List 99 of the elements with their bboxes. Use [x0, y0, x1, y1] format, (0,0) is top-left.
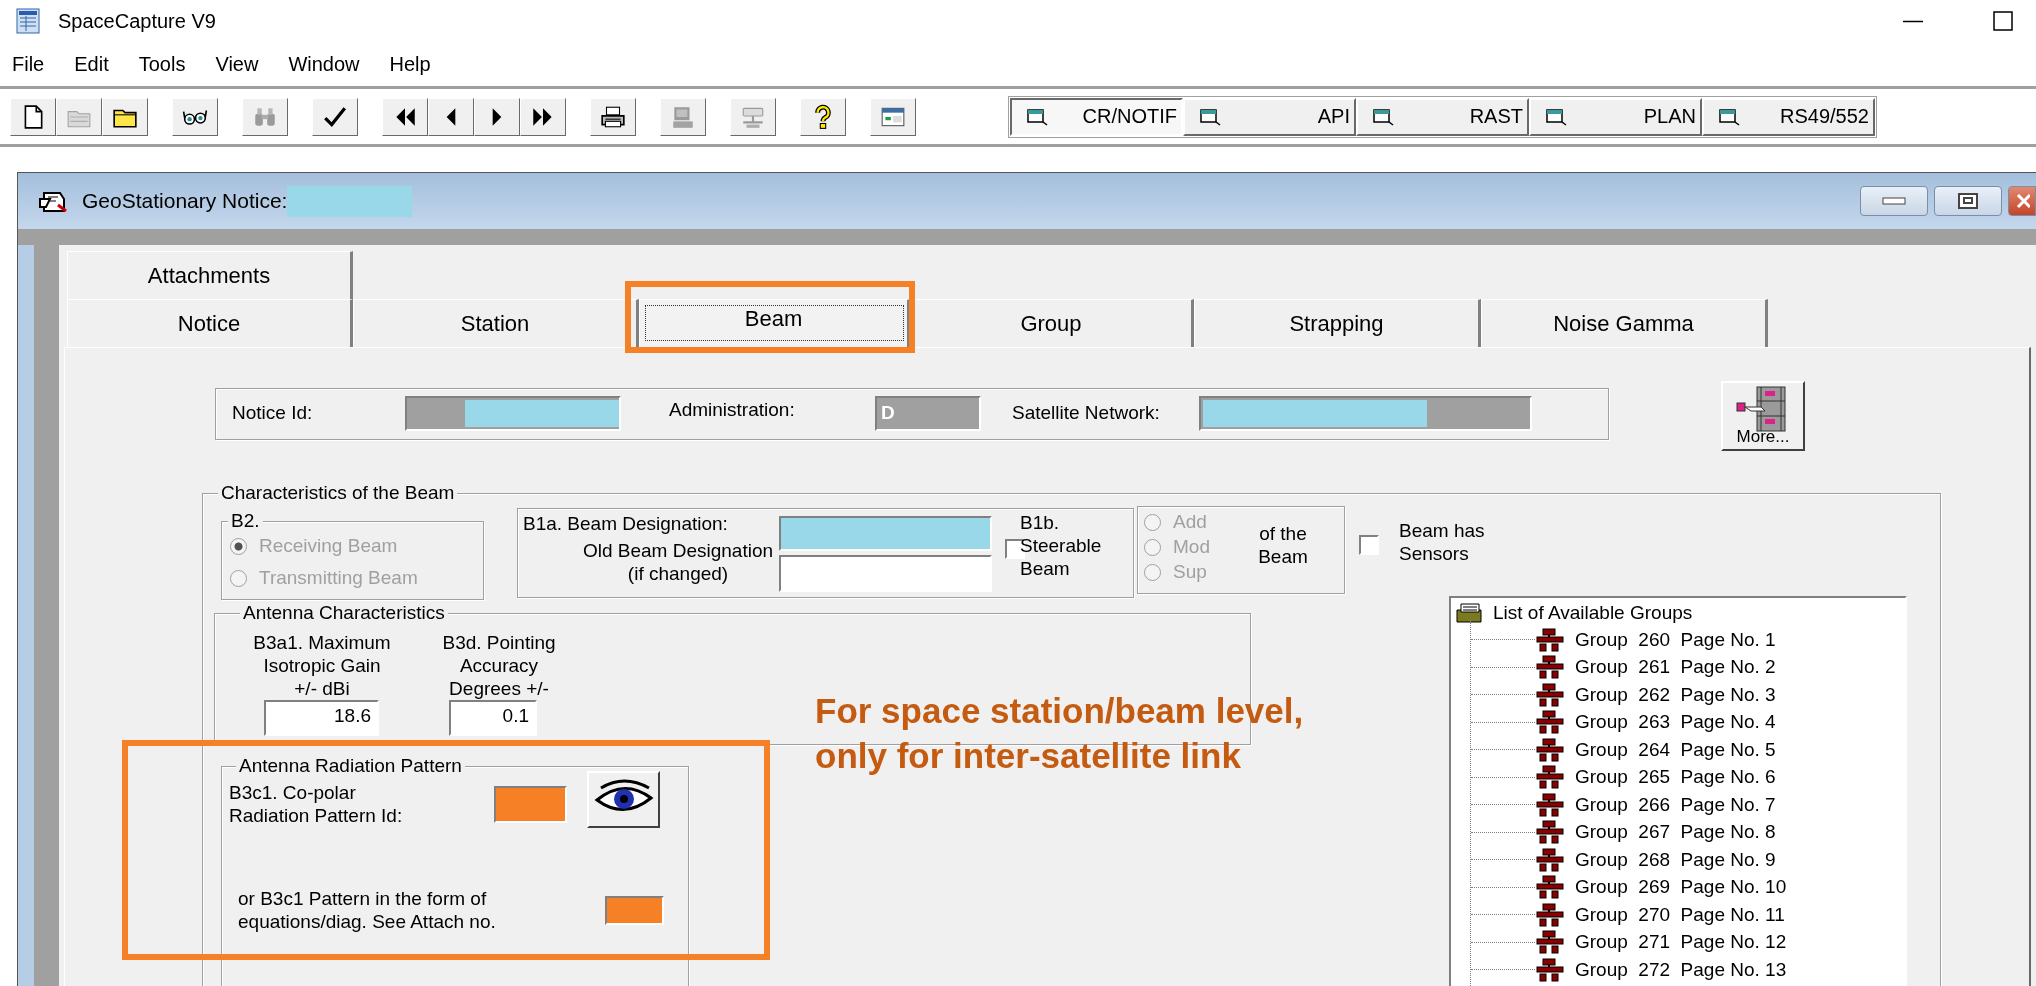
close-button[interactable]	[2008, 186, 2036, 216]
window-icon	[1199, 106, 1223, 127]
minimize-icon	[1879, 194, 1909, 208]
toolbar-button[interactable]	[474, 97, 520, 136]
toolbar-button[interactable]	[172, 97, 218, 136]
tree-item[interactable]: Group 267 Page No. 8	[1535, 820, 1776, 845]
input-field[interactable]	[605, 896, 664, 925]
menu-item[interactable]: Window	[288, 52, 360, 76]
nodes-icon	[1535, 627, 1565, 652]
tab[interactable]: Beam	[639, 299, 910, 347]
tree-item[interactable]: Group 265 Page No. 6	[1535, 765, 1776, 790]
input-field[interactable]: 0.1	[449, 700, 537, 736]
nodes-icon	[1535, 792, 1565, 817]
input-field[interactable]	[405, 396, 621, 431]
input-field[interactable]: 18.6	[264, 700, 379, 736]
restore-button[interactable]	[1934, 186, 2002, 216]
tree-item[interactable]: Group 271 Page No. 12	[1535, 930, 1787, 955]
window-icon	[1545, 106, 1569, 127]
nodes-icon	[1535, 682, 1565, 707]
toolbar-button[interactable]	[800, 97, 846, 136]
nodes-icon	[1535, 710, 1565, 735]
close-icon	[2014, 192, 2030, 210]
nodes-icon	[1535, 820, 1565, 845]
label: Old Beam Designation (if changed)	[581, 539, 775, 585]
nodes-icon	[1535, 847, 1565, 872]
radio-label: Transmitting Beam	[259, 567, 418, 589]
radio-label: Mod	[1173, 536, 1210, 558]
nodes-icon	[1535, 902, 1565, 927]
label: B3a1. Maximum Isotropic Gain +/- dBi	[252, 631, 392, 700]
menu-item[interactable]: Edit	[74, 52, 109, 76]
input-field[interactable]	[779, 555, 992, 592]
app-title: SpaceCapture V9	[58, 9, 216, 33]
toolbar-button[interactable]	[382, 97, 428, 136]
module-button[interactable]: CR/NOTIF	[1010, 97, 1183, 136]
input-field[interactable]	[494, 786, 567, 823]
input-field[interactable]	[779, 516, 992, 551]
tree-item[interactable]: Group 266 Page No. 7	[1535, 792, 1776, 817]
tree-item[interactable]: Group 268 Page No. 9	[1535, 847, 1776, 872]
label: B3c1. Co-polar Radiation Pattern Id:	[229, 781, 403, 827]
label: Satellite Network:	[1012, 401, 1160, 424]
module-button[interactable]: RS49/552	[1702, 97, 1875, 136]
radio-label: Add	[1173, 511, 1207, 533]
window-icon	[1718, 106, 1742, 127]
input-field[interactable]	[1199, 396, 1532, 431]
menu-item[interactable]: Help	[389, 52, 431, 76]
annotation-note: For space station/beam level, only for inter-satellite link	[815, 690, 1304, 777]
toolbar-button[interactable]	[428, 97, 474, 136]
label: Notice Id:	[232, 401, 313, 424]
toolbar-button[interactable]	[102, 97, 148, 136]
app-icon	[15, 7, 43, 35]
maximize-icon	[1992, 10, 2014, 32]
tree-item[interactable]: Group 262 Page No. 3	[1535, 682, 1776, 707]
tree-item[interactable]: Group 272 Page No. 13	[1535, 957, 1787, 982]
radio-label: Sup	[1173, 561, 1207, 583]
label: of the Beam	[1257, 522, 1309, 568]
tree-item[interactable]: Group 260 Page No. 1	[1535, 627, 1776, 652]
label: or B3c1 Pattern in the form of equations/diag. See Attach no.	[238, 887, 496, 933]
tab[interactable]: Notice	[67, 299, 353, 347]
module-button[interactable]: RAST	[1356, 97, 1529, 136]
tree-item[interactable]: Group 261 Page No. 2	[1535, 655, 1776, 680]
label: B1b. Steerable Beam	[1020, 511, 1102, 580]
view-button[interactable]	[587, 771, 660, 828]
more-button[interactable]: More...	[1721, 381, 1805, 451]
tree-item[interactable]: Group 263 Page No. 4	[1535, 710, 1776, 735]
tab[interactable]: Strapping	[1194, 299, 1481, 347]
label: Administration:	[669, 398, 795, 421]
label: Beam has Sensors	[1399, 519, 1485, 565]
nodes-icon	[1535, 655, 1565, 680]
module-button[interactable]: PLAN	[1529, 97, 1702, 136]
menu-item[interactable]: Tools	[138, 52, 186, 76]
menu-item[interactable]: View	[215, 52, 259, 76]
module-button[interactable]: API	[1183, 97, 1356, 136]
nodes-icon	[1535, 957, 1565, 982]
menu-item[interactable]: File	[12, 52, 45, 76]
checkbox[interactable]	[1359, 535, 1379, 555]
minimize-icon	[1902, 19, 1924, 23]
tab[interactable]: Noise Gamma	[1481, 299, 1768, 347]
toolbar-button[interactable]	[520, 97, 566, 136]
nodes-icon	[1535, 875, 1565, 900]
window-icon	[1372, 106, 1396, 127]
radio-label: Receiving Beam	[259, 535, 398, 557]
toolbar-button[interactable]	[312, 97, 358, 136]
restore-icon	[1956, 192, 1980, 210]
nodes-icon	[1535, 765, 1565, 790]
tab[interactable]: Station	[353, 299, 639, 347]
label: B3d. Pointing Accuracy Degrees +/-	[441, 631, 557, 700]
tree-item[interactable]: Group 264 Page No. 5	[1535, 737, 1776, 762]
tree-item[interactable]: Group 269 Page No. 10	[1535, 875, 1787, 900]
drawer-icon	[1455, 602, 1483, 624]
toolbar-button[interactable]	[590, 97, 636, 136]
tab[interactable]: Attachments	[67, 251, 353, 299]
nodes-icon	[1535, 930, 1565, 955]
list-title: List of Available Groups	[1493, 602, 1693, 624]
window-icon	[1026, 106, 1050, 127]
toolbar-button[interactable]	[10, 97, 56, 136]
tree-item[interactable]: Group 270 Page No. 11	[1535, 902, 1785, 927]
nodes-icon	[1535, 737, 1565, 762]
label: B1a. Beam Designation:	[523, 512, 728, 535]
window-title: GeoStationary Notice:	[82, 189, 288, 213]
